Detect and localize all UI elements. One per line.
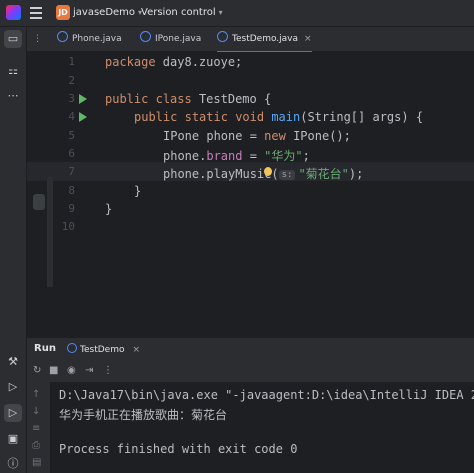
console-output[interactable]: D:\Java17\bin\java.exe "-javaagent:D:\id…	[50, 382, 474, 473]
code-line-5: IPone phone = new IPone();	[163, 129, 351, 143]
run-tab-label: TestDemo	[80, 345, 125, 355]
project-selector[interactable]: javaseDemo ▾	[73, 7, 142, 18]
chevron-down-icon: ▾	[218, 8, 223, 17]
code-text: =	[242, 149, 265, 163]
line-number: 9	[68, 202, 75, 215]
code-editor[interactable]: 1 2 3 4 5 6 7 8 9 10 package day8.zuoye;…	[27, 52, 474, 334]
run-panel-title[interactable]: Run	[34, 343, 56, 354]
tab-phone[interactable]: Phone.java	[57, 27, 122, 51]
close-icon[interactable]: ×	[132, 345, 140, 355]
method-name: main	[271, 110, 301, 124]
class-icon	[217, 31, 228, 42]
lightbulb-icon[interactable]	[264, 167, 272, 176]
run-class-icon[interactable]	[79, 94, 87, 104]
line-number: 7	[68, 165, 75, 178]
editor-tabs: ⋮ Phone.java IPone.java TestDemo.java ×	[27, 27, 474, 53]
services-icon[interactable]: ▷	[4, 378, 22, 396]
console-line: Process finished with exit code 0	[59, 442, 298, 456]
console-line: 华为手机正在播放歌曲：菊花台	[59, 408, 228, 422]
run-main-icon[interactable]	[79, 112, 87, 122]
code-line-1: package day8.zuoye;	[105, 55, 242, 69]
version-control-menu[interactable]: Version control ▾	[141, 7, 223, 18]
code-line-9: }	[105, 202, 113, 216]
down-icon[interactable]: ↓	[32, 406, 40, 417]
keyword: void	[235, 110, 265, 124]
tab-ipone[interactable]: IPone.java	[140, 27, 201, 51]
left-tool-bar: ▭ ⚏ ⋯ ⚒ ▷ ▷ ▣ ⓘ	[0, 27, 27, 473]
stop-icon[interactable]: ■	[49, 365, 58, 376]
string-literal: "菊花台"	[298, 167, 349, 181]
more-icon[interactable]: ⋮	[103, 365, 113, 376]
line-number: 8	[68, 184, 75, 197]
console-side-toolbar: ↑ ↓ ≡ ⎙ ▤	[27, 382, 50, 473]
up-icon[interactable]: ↑	[32, 389, 40, 400]
code-text: IPone phone =	[163, 129, 265, 143]
menu-icon[interactable]	[30, 7, 42, 19]
code-text: (String[] args) {	[300, 110, 424, 124]
line-number: 5	[68, 129, 75, 142]
code-line-7: phone.playMusic(s: "菊花台");	[163, 165, 363, 182]
trash-icon[interactable]: ▤	[32, 457, 41, 468]
run-tab-testdemo[interactable]: TestDemo ×	[67, 343, 140, 355]
code-line-8: }	[134, 184, 142, 198]
print-icon[interactable]: ⎙	[32, 440, 40, 451]
keyword: public	[134, 110, 178, 124]
version-control-label: Version control	[141, 7, 216, 18]
field-name: brand	[206, 149, 243, 163]
keyword: public	[105, 92, 149, 106]
string-literal: "华为"	[264, 149, 303, 163]
project-name: javaseDemo	[73, 7, 136, 18]
code-text: phone.playMusic(	[163, 167, 279, 181]
run-panel-header: Run TestDemo ×	[27, 337, 474, 360]
wrap-icon[interactable]: ≡	[32, 423, 40, 434]
run-toolbar: ↻ ■ ◉ ⇥ ⋮	[27, 360, 474, 382]
rerun-icon[interactable]: ↻	[33, 365, 41, 376]
interface-icon	[140, 31, 151, 42]
line-number: 10	[61, 220, 75, 233]
folder-icon[interactable]: ▭	[4, 30, 22, 48]
keyword: package	[105, 55, 156, 69]
line-number: 1	[68, 55, 75, 68]
title-bar: JD javaseDemo ▾ Version control ▾	[0, 0, 474, 27]
keyword: class	[155, 92, 192, 106]
exit-icon[interactable]: ⇥	[85, 365, 93, 376]
more-icon[interactable]: ⋯	[4, 87, 22, 105]
close-icon[interactable]: ×	[304, 34, 312, 44]
structure-icon[interactable]: ⚏	[4, 62, 22, 80]
line-number: 4	[68, 110, 75, 123]
keyword: new	[264, 129, 286, 143]
app-logo-icon	[6, 5, 21, 20]
code-text: TestDemo {	[191, 92, 272, 106]
code-text: phone.	[163, 149, 207, 163]
tab-label: TestDemo.java	[232, 34, 299, 44]
keyword: static	[184, 110, 228, 124]
tab-label: IPone.java	[155, 34, 202, 44]
camera-icon[interactable]: ◉	[67, 365, 76, 376]
line-number: 6	[68, 147, 75, 160]
build-icon[interactable]: ⚒	[4, 353, 22, 371]
code-text: day8.zuoye;	[155, 55, 243, 69]
code-text: );	[348, 167, 364, 181]
console-line: D:\Java17\bin\java.exe "-javaagent:D:\id…	[59, 388, 474, 402]
line-number: 3	[68, 92, 75, 105]
tab-label: Phone.java	[72, 34, 122, 44]
line-number: 2	[68, 74, 75, 87]
tab-testdemo[interactable]: TestDemo.java ×	[217, 27, 312, 53]
run-icon[interactable]: ▷	[4, 404, 22, 422]
parameter-hint: s:	[278, 170, 296, 180]
code-line-3: public class TestDemo {	[105, 92, 271, 106]
class-icon	[67, 343, 77, 353]
class-icon	[57, 31, 68, 42]
tabs-menu-icon[interactable]: ⋮	[33, 27, 42, 51]
code-text: IPone();	[285, 129, 351, 143]
code-line-6: phone.brand = "华为";	[163, 147, 310, 164]
problems-icon[interactable]: ⓘ	[4, 455, 22, 473]
code-text: ;	[302, 149, 310, 163]
code-line-4: public static void main(String[] args) {	[134, 110, 423, 124]
project-badge[interactable]: JD	[56, 5, 70, 20]
terminal-icon[interactable]: ▣	[4, 430, 22, 448]
